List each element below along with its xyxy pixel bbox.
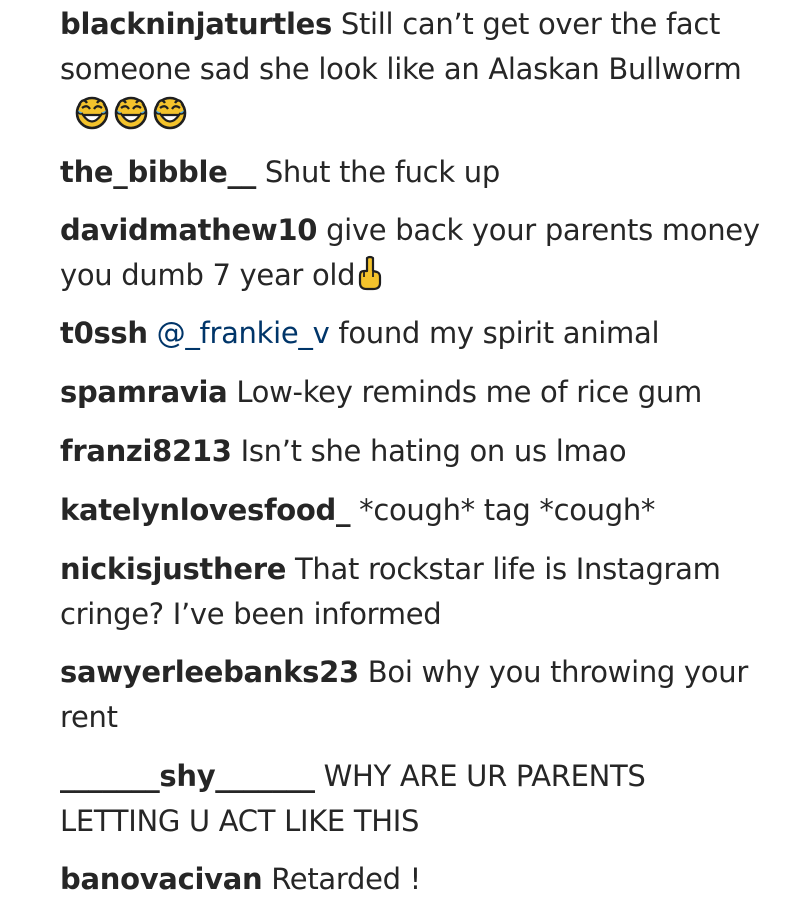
comment-item: banovacivan Retarded !	[60, 857, 760, 902]
comment-username[interactable]: banovacivan	[60, 862, 263, 896]
comment-username[interactable]: katelynlovesfood_	[60, 493, 351, 527]
comment-username[interactable]: _______shy_______	[60, 759, 315, 793]
comment-item: t0ssh @_frankie_v found my spirit animal	[60, 311, 760, 356]
comment-item: sawyerleebanks23 Boi why you throwing yo…	[60, 650, 760, 740]
comment-username[interactable]: spamravia	[60, 375, 228, 409]
comment-username[interactable]: the_bibble__	[60, 155, 256, 189]
middle-finger-icon	[359, 255, 382, 291]
comment-username[interactable]: nickisjusthere	[60, 552, 286, 586]
comment-item: spamravia Low-key reminds me of rice gum	[60, 370, 760, 415]
comment-item: blackninjaturtles Still can’t get over t…	[60, 2, 760, 137]
comment-list: blackninjaturtles Still can’t get over t…	[60, 0, 760, 902]
comment-text: Shut the fuck up	[264, 155, 500, 189]
comment-text: Low-key reminds me of rice gum	[236, 375, 702, 409]
comment-username[interactable]: davidmathew10	[60, 213, 317, 247]
comment-username[interactable]: blackninjaturtles	[60, 7, 332, 41]
comment-text: found my spirit animal	[338, 316, 660, 350]
joy-cat-face-icon	[75, 96, 109, 130]
comment-text: *cough* tag *cough*	[359, 493, 656, 527]
comment-item: davidmathew10 give back your parents mon…	[60, 208, 760, 298]
comment-item: katelynlovesfood_ *cough* tag *cough*	[60, 488, 760, 533]
joy-cat-face-icon	[114, 96, 148, 130]
comment-username[interactable]: t0ssh	[60, 316, 148, 350]
comment-item: nickisjusthere That rockstar life is Ins…	[60, 547, 760, 637]
comment-text: Retarded !	[271, 862, 421, 896]
comment-mention-link[interactable]: @_frankie_v	[157, 316, 330, 350]
comment-item: _______shy_______ WHY ARE UR PARENTS LET…	[60, 754, 760, 844]
comment-item: the_bibble__ Shut the fuck up	[60, 150, 760, 195]
comment-text: Isn’t she hating on us lmao	[240, 434, 627, 468]
comment-username[interactable]: franzi8213	[60, 434, 232, 468]
comment-item: franzi8213 Isn’t she hating on us lmao	[60, 429, 760, 474]
comment-username[interactable]: sawyerleebanks23	[60, 655, 359, 689]
joy-cat-face-icon	[153, 96, 187, 130]
